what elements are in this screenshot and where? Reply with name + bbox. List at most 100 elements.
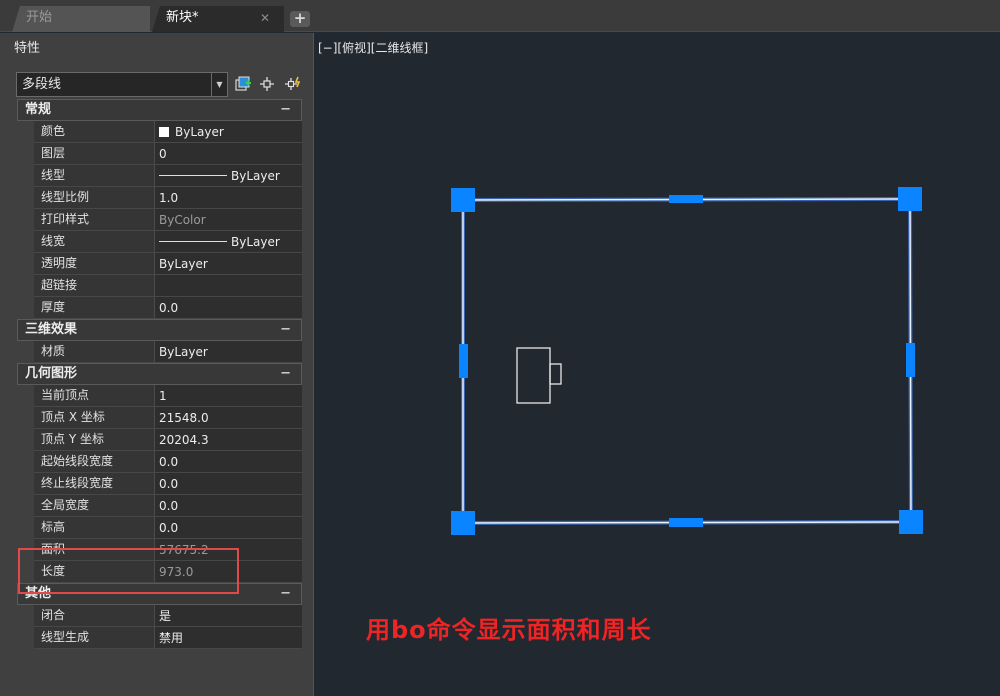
property-value[interactable]: 禁用 <box>155 627 302 649</box>
property-value[interactable]: 是 <box>155 605 302 627</box>
property-value[interactable]: 0.0 <box>155 473 302 495</box>
row-gutter <box>17 165 34 187</box>
midpoint-grip[interactable] <box>669 195 703 203</box>
property-value[interactable]: 20204.3 <box>155 429 302 451</box>
row-gutter <box>17 517 34 539</box>
tab-new-block[interactable]: 新块* ✕ <box>152 6 284 32</box>
property-value[interactable]: ByLayer <box>155 121 302 143</box>
property-value[interactable]: ByLayer <box>155 165 302 187</box>
property-value-text: 0.0 <box>159 455 179 469</box>
property-value-text: ByLayer <box>231 169 280 183</box>
property-value[interactable]: 0.0 <box>155 495 302 517</box>
property-name: 颜色 <box>34 121 155 143</box>
section-header[interactable]: 几何图形 − <box>17 363 302 385</box>
property-row[interactable]: 标高 0.0 <box>17 517 302 539</box>
property-value[interactable]: 1 <box>155 385 302 407</box>
property-value-text: ByLayer <box>231 235 280 249</box>
property-value-text: 0.0 <box>159 499 179 513</box>
property-row[interactable]: 线型 ByLayer <box>17 165 302 187</box>
tab-start[interactable]: 开始 <box>12 6 150 32</box>
section-title: 三维效果 <box>25 322 78 337</box>
midpoint-grip[interactable] <box>906 343 915 377</box>
midpoint-grip[interactable] <box>669 518 703 527</box>
property-name: 终止线段宽度 <box>34 473 155 495</box>
property-row[interactable]: 透明度 ByLayer <box>17 253 302 275</box>
row-gutter <box>17 187 34 209</box>
midpoint-grip[interactable] <box>459 344 468 378</box>
property-row[interactable]: 起始线段宽度 0.0 <box>17 451 302 473</box>
property-row[interactable]: 厚度 0.0 <box>17 297 302 319</box>
property-row[interactable]: 线型比例 1.0 <box>17 187 302 209</box>
row-gutter <box>17 297 34 319</box>
property-name: 起始线段宽度 <box>34 451 155 473</box>
property-value[interactable]: ByLayer <box>155 341 302 363</box>
property-value[interactable]: ByColor <box>155 209 302 231</box>
property-value[interactable]: ByLayer <box>155 231 302 253</box>
chevron-down-icon[interactable]: ▼ <box>211 73 227 96</box>
property-value-text: 21548.0 <box>159 411 209 425</box>
property-row[interactable]: 线型生成 禁用 <box>17 627 302 649</box>
property-value[interactable]: 21548.0 <box>155 407 302 429</box>
property-name: 超链接 <box>34 275 155 297</box>
collapse-icon[interactable]: − <box>280 100 291 120</box>
property-row[interactable]: 全局宽度 0.0 <box>17 495 302 517</box>
property-name: 厚度 <box>34 297 155 319</box>
property-value[interactable]: 1.0 <box>155 187 302 209</box>
property-value[interactable]: ByLayer <box>155 253 302 275</box>
drawing-canvas[interactable] <box>315 33 1000 696</box>
property-value-text: ByColor <box>159 213 206 227</box>
property-name: 当前顶点 <box>34 385 155 407</box>
property-value[interactable]: 0.0 <box>155 297 302 319</box>
property-row[interactable]: 颜色 ByLayer <box>17 121 302 143</box>
row-gutter <box>17 495 34 517</box>
property-row[interactable]: 打印样式 ByColor <box>17 209 302 231</box>
property-row[interactable]: 顶点 Y 坐标 20204.3 <box>17 429 302 451</box>
property-value-text: 是 <box>159 609 172 623</box>
vertex-grip[interactable] <box>451 188 475 212</box>
selected-polyline[interactable] <box>462 198 912 524</box>
vertex-grip[interactable] <box>451 511 475 535</box>
properties-palette: 特性 多段线 ▼ 常规 − 颜色 ByLayer 图层 0 线型 ByLayer 线型比例 1.0… <box>0 33 314 696</box>
section-title: 常规 <box>25 102 52 117</box>
collapse-icon[interactable]: − <box>280 584 291 604</box>
collapse-icon[interactable]: − <box>280 320 291 340</box>
drawing-viewport[interactable]: [−][俯视][二维线框] 用bo命令显示面积和周长 <box>315 33 1000 696</box>
property-row[interactable]: 当前顶点 1 <box>17 385 302 407</box>
property-name: 全局宽度 <box>34 495 155 517</box>
property-value[interactable]: 0.0 <box>155 451 302 473</box>
annotation-caption: 用bo命令显示面积和周长 <box>366 616 652 644</box>
section-header[interactable]: 三维效果 − <box>17 319 302 341</box>
property-row[interactable]: 线宽 ByLayer <box>17 231 302 253</box>
property-name: 标高 <box>34 517 155 539</box>
property-name: 线型比例 <box>34 187 155 209</box>
property-row[interactable]: 图层 0 <box>17 143 302 165</box>
object-type-select[interactable]: 多段线 ▼ <box>16 72 228 97</box>
row-gutter <box>17 605 34 627</box>
property-row[interactable]: 闭合是 <box>17 605 302 627</box>
new-tab-button[interactable]: + <box>290 11 310 27</box>
toggle-pickadd-icon[interactable] <box>284 75 302 93</box>
close-icon[interactable]: ✕ <box>260 6 270 30</box>
block-symbol[interactable] <box>516 347 562 404</box>
collapse-icon[interactable]: − <box>280 364 291 384</box>
property-value[interactable] <box>155 275 302 297</box>
property-value-text: ByLayer <box>159 345 208 359</box>
row-gutter <box>17 407 34 429</box>
row-gutter <box>17 451 34 473</box>
property-row[interactable]: 材质 ByLayer <box>17 341 302 363</box>
vertex-grip[interactable] <box>898 187 922 211</box>
property-row[interactable]: 终止线段宽度 0.0 <box>17 473 302 495</box>
section-header[interactable]: 常规 − <box>17 99 302 121</box>
property-name: 顶点 X 坐标 <box>34 407 155 429</box>
tab-label: 开始 <box>26 10 53 25</box>
property-row[interactable]: 超链接 <box>17 275 302 297</box>
row-gutter <box>17 429 34 451</box>
palette-title: 特性 <box>14 41 41 56</box>
vertex-grip[interactable] <box>899 510 923 534</box>
select-objects-icon[interactable] <box>258 75 276 93</box>
property-value[interactable]: 0 <box>155 143 302 165</box>
property-row[interactable]: 顶点 X 坐标 21548.0 <box>17 407 302 429</box>
quick-select-icon[interactable] <box>234 75 252 93</box>
area-length-highlight <box>18 548 239 594</box>
property-value[interactable]: 0.0 <box>155 517 302 539</box>
